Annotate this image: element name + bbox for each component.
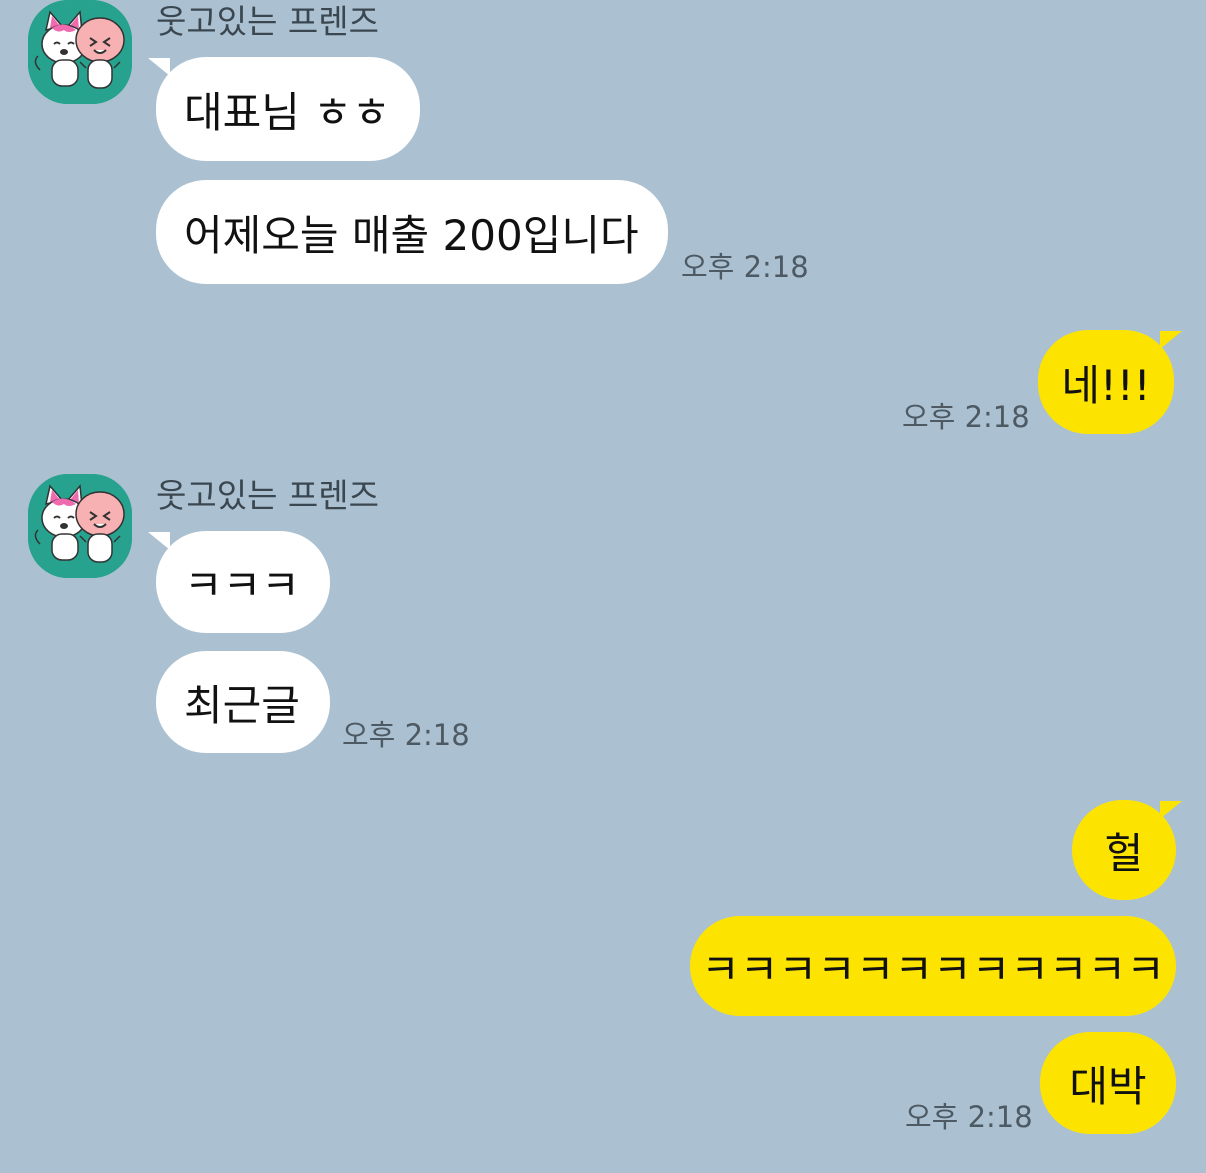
bubble-tail xyxy=(148,58,170,76)
message-timestamp: 오후 2:18 xyxy=(902,400,1030,434)
message-text: 헐 xyxy=(1104,828,1144,878)
message-text: 대표님 ㅎㅎ xyxy=(184,87,391,137)
bubble-tail xyxy=(1160,801,1182,819)
message-text: 네!!! xyxy=(1061,360,1151,410)
sender-name: 웃고있는 프렌즈 xyxy=(156,2,380,41)
message-bubble[interactable]: 최근글 xyxy=(156,651,330,753)
message-text: ㅋㅋㅋ xyxy=(184,560,300,610)
bubble-tail xyxy=(148,532,170,550)
message-text: 대박 xyxy=(1069,1061,1147,1111)
sender-avatar[interactable] xyxy=(28,0,132,104)
sender-name: 웃고있는 프렌즈 xyxy=(156,476,380,515)
message-text: 최근글 xyxy=(184,680,300,730)
message-timestamp: 오후 2:18 xyxy=(905,1100,1033,1134)
message-bubble[interactable]: 대박 xyxy=(1040,1032,1176,1134)
message-timestamp: 오후 2:18 xyxy=(342,718,470,752)
bubble-tail xyxy=(1160,331,1182,349)
message-bubble[interactable]: 네!!! xyxy=(1038,330,1174,434)
message-text: ㅋㅋㅋㅋㅋㅋㅋㅋㅋㅋㅋㅋ xyxy=(701,944,1165,994)
message-text: 어제오늘 매출 200입니다 xyxy=(184,210,639,260)
message-bubble[interactable]: 대표님 ㅎㅎ xyxy=(156,57,420,161)
message-bubble[interactable]: ㅋㅋㅋ xyxy=(156,531,330,633)
apeach-cat-avatar-icon xyxy=(28,474,132,578)
message-bubble[interactable]: ㅋㅋㅋㅋㅋㅋㅋㅋㅋㅋㅋㅋ xyxy=(690,916,1176,1016)
sender-avatar[interactable] xyxy=(28,474,132,578)
apeach-cat-avatar-icon xyxy=(28,0,132,104)
message-bubble[interactable]: 어제오늘 매출 200입니다 xyxy=(156,180,668,284)
message-timestamp: 오후 2:18 xyxy=(681,250,809,284)
